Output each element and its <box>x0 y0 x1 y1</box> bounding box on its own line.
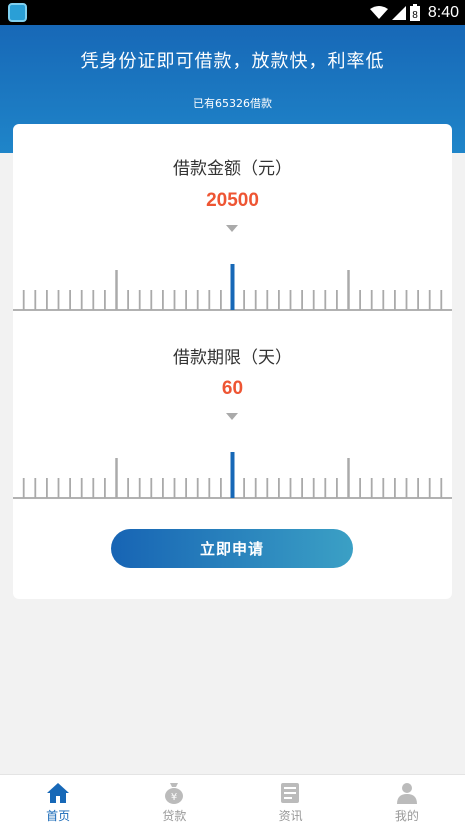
bottom-tab-bar: 首页 ¥ 贷款 资讯 我的 <box>0 774 465 828</box>
term-value: 60 <box>221 378 244 399</box>
svg-text:¥: ¥ <box>171 792 177 803</box>
tab-mine-label: 我的 <box>394 809 419 823</box>
amount-pointer-icon <box>226 225 238 232</box>
wifi-icon <box>369 5 388 19</box>
term-title: 借款期限（天） <box>173 348 292 368</box>
signal-icon <box>391 5 406 20</box>
tab-mine[interactable]: 我的 <box>349 775 465 828</box>
tab-loan-label: 贷款 <box>162 809 187 823</box>
amount-ruler-slider[interactable] <box>13 252 452 312</box>
apply-button[interactable]: 立即申请 <box>111 529 353 568</box>
tab-loan[interactable]: ¥ 贷款 <box>116 775 232 828</box>
tab-home[interactable]: 首页 <box>0 775 116 828</box>
user-icon <box>396 783 417 804</box>
term-ruler-slider[interactable] <box>13 440 452 500</box>
home-icon <box>47 783 70 803</box>
loan-card: 借款金额（元） 20500 借款期限（天） 60 立即申请 <box>13 124 452 599</box>
app-notification-icon <box>8 3 27 22</box>
term-pointer-icon <box>226 413 238 420</box>
status-icons: 8 8:40 <box>369 2 459 23</box>
status-bar: 8 8:40 <box>0 0 465 25</box>
money-bag-icon: ¥ <box>165 783 184 804</box>
borrow-count: 已有65326借款 <box>193 97 272 110</box>
amount-value: 20500 <box>206 190 259 211</box>
battery-icon: 8 <box>409 4 420 21</box>
tab-news[interactable]: 资讯 <box>233 775 349 828</box>
amount-title: 借款金额（元） <box>173 159 292 179</box>
battery-level: 8 <box>412 10 418 21</box>
slogan: 凭身份证即可借款，放款快，利率低 <box>80 51 385 72</box>
clock: 8:40 <box>427 3 459 21</box>
tab-home-label: 首页 <box>46 809 71 823</box>
tab-news-label: 资讯 <box>278 809 303 823</box>
news-icon <box>280 783 299 803</box>
